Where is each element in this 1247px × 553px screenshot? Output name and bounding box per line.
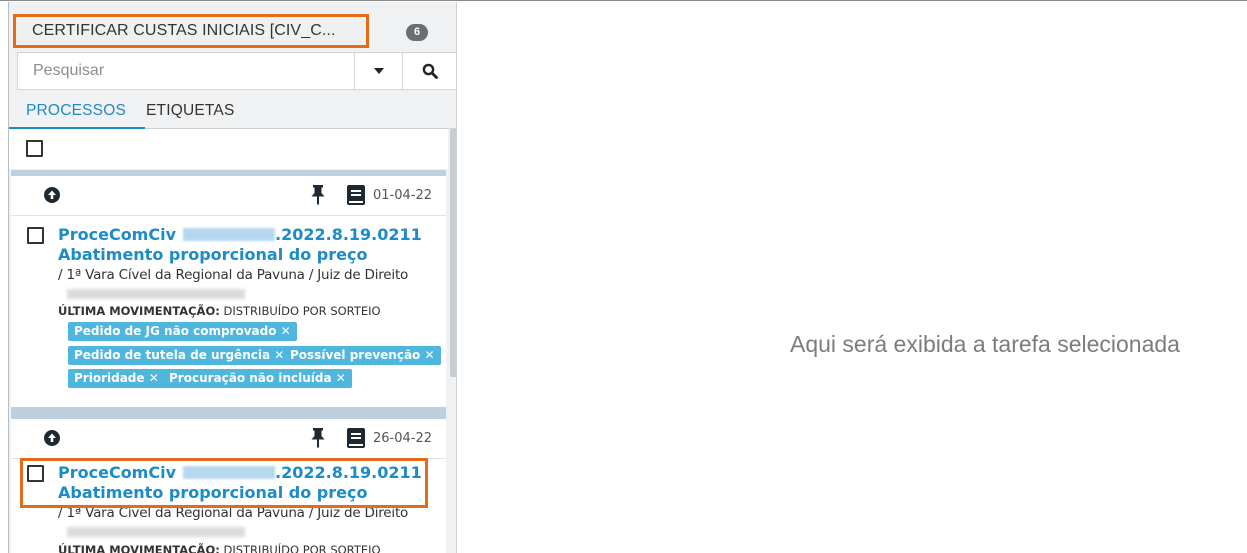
process-court: / 1ª Vara Cível da Regional da Pavuna / … [58,267,409,283]
selected-process-highlight [20,458,428,508]
last-movement: ÚLTIMA MOVIMENTAÇÃO: DISTRIBUÍDO POR SOR… [58,304,381,318]
select-all-row [9,129,448,169]
process-class: ProceComCiv [58,225,177,244]
task-panel: CERTIFICAR CUSTAS INICIAIS [CIV_C... 6 P… [8,2,457,553]
search-button[interactable] [402,53,456,89]
redacted-parties [67,289,245,299]
tag-prioridade[interactable]: Prioridade ✕ [68,369,165,388]
process-subject[interactable]: Abatimento proporcional do preço [58,245,367,265]
card-separator [11,407,446,419]
search-dropdown-button[interactable] [354,53,402,89]
arrow-up-circle-icon[interactable] [44,430,60,446]
last-movement-value: DISTRIBUÍDO POR SORTEIO [223,543,381,553]
process-number[interactable]: ProceComCiv .2022.8.19.0211 [58,225,422,245]
tab-etiquetas[interactable]: ETIQUETAS [146,102,235,120]
pin-icon[interactable] [310,185,326,205]
tag-tutela-urgencia[interactable]: Pedido de tutela de urgência ✕ [68,346,291,365]
task-count-badge: 6 [406,24,428,41]
tag-pedido-jg[interactable]: Pedido de JG não comprovado ✕ [68,322,297,341]
pin-icon[interactable] [310,428,326,448]
empty-task-message: Aqui será exibida a tarefa selecionada [790,331,1180,357]
app-frame: CERTIFICAR CUSTAS INICIAIS [CIV_C... 6 P… [0,0,1247,553]
card-checkbox[interactable] [27,227,44,244]
task-title[interactable]: CERTIFICAR CUSTAS INICIAIS [CIV_C... [13,14,369,48]
card-header: 26-04-22 [11,419,446,459]
search-bar [17,52,456,90]
last-movement-label: ÚLTIMA MOVIMENTAÇÃO: [58,304,220,318]
list-scrollbar[interactable] [450,129,456,377]
tab-processos[interactable]: PROCESSOS [26,102,126,120]
card-header: 01-04-22 [11,176,446,216]
tag-possivel-prevencao[interactable]: Possível prevenção ✕ [284,346,441,365]
chevron-down-icon [373,68,384,74]
last-movement: ÚLTIMA MOVIMENTAÇÃO: DISTRIBUÍDO POR SOR… [58,543,381,553]
book-icon[interactable] [347,428,365,448]
process-card: 01-04-22 ProceComCiv .2022.8.19.0211 Abat… [11,176,446,407]
arrow-up-circle-icon[interactable] [44,187,60,203]
last-movement-label: ÚLTIMA MOVIMENTAÇÃO: [58,543,220,553]
tag-procuracao-nao-incluida[interactable]: Procuração não incluída ✕ [163,369,352,388]
redacted-parties [67,527,245,537]
redacted-number [183,228,276,241]
last-movement-value: DISTRIBUÍDO POR SORTEIO [223,304,381,318]
card-date: 01-04-22 [373,188,433,203]
search-icon [422,63,438,79]
card-date: 26-04-22 [373,431,433,446]
select-all-checkbox[interactable] [26,140,43,157]
tab-bar: PROCESSOS ETIQUETAS [9,98,456,132]
book-icon[interactable] [347,185,365,205]
process-number-suffix: .2022.8.19.0211 [275,225,422,244]
search-input[interactable] [18,53,353,89]
